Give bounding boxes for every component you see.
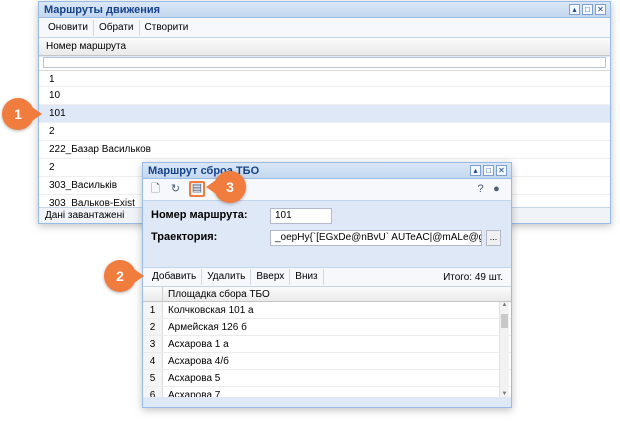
new-document-icon[interactable]: 🗋: [148, 182, 163, 197]
screen: Маршруты движения ▴ □ ✕ Оновити Обрати С…: [0, 0, 620, 421]
detail-window-titlebar[interactable]: Маршрут сброа ТБО ▴ □ ✕: [143, 163, 511, 179]
delete-button[interactable]: Удалить: [202, 269, 252, 285]
maximize-icon[interactable]: □: [582, 4, 593, 15]
callout-badge-2: 2: [104, 260, 144, 292]
close-icon[interactable]: ✕: [496, 165, 507, 176]
site-name: Асхарова 1 а: [168, 339, 229, 350]
row-number: 5: [143, 370, 163, 386]
routes-window-title: Маршруты движения: [44, 4, 161, 16]
chat-icon[interactable]: ●: [489, 182, 504, 197]
create-button[interactable]: Створити: [140, 20, 194, 36]
maximize-icon[interactable]: □: [483, 165, 494, 176]
table-row[interactable]: 2 Армейская 126 б: [143, 319, 511, 336]
save-icon[interactable]: ▤: [189, 181, 205, 197]
row-number-column-header: [143, 287, 163, 301]
table-row[interactable]: 3 Асхарова 1 а: [143, 336, 511, 353]
trajectory-browse-button[interactable]: ...: [486, 230, 501, 246]
trajectory-label: Траектория:: [151, 231, 218, 243]
table-row[interactable]: 4 Асхарова 4/б: [143, 353, 511, 370]
route-detail-window: Маршрут сброа ТБО ▴ □ ✕ 🗋 ↻ ▤ ? ● Номер …: [142, 162, 512, 408]
routes-toolbar: Оновити Обрати Створити: [39, 18, 610, 38]
table-row[interactable]: 6 Асхарова 7: [143, 387, 511, 397]
vertical-scrollbar[interactable]: ▲ ▼: [499, 302, 509, 397]
site-name: Асхарова 5: [168, 373, 221, 384]
row-number: 6: [143, 387, 163, 397]
table-row[interactable]: 10: [39, 87, 610, 105]
refresh-button[interactable]: Оновити: [43, 19, 94, 36]
move-down-button[interactable]: Вниз: [290, 269, 324, 285]
select-button[interactable]: Обрати: [94, 19, 140, 36]
row-number: 1: [143, 302, 163, 318]
filter-input[interactable]: [43, 57, 606, 68]
minimize-icon[interactable]: ▴: [569, 4, 580, 15]
table-row[interactable]: 5 Асхарова 5: [143, 370, 511, 387]
site-name: Асхарова 7: [168, 390, 221, 397]
refresh-icon[interactable]: ↻: [168, 182, 183, 197]
column-header-route-number[interactable]: Номер маршрута: [39, 38, 610, 56]
route-form: Номер маршрута: 101 Траектория: _oepHy{`…: [143, 201, 511, 267]
points-grid-header: Площадка сбора ТБО: [143, 287, 511, 302]
row-number: 2: [143, 319, 163, 335]
trajectory-field[interactable]: _oepHy{`[EGxDe@nBvU` AUTeAC|@mALe@gFq...: [270, 230, 482, 246]
detail-window-title: Маршрут сброа ТБО: [148, 165, 260, 177]
routes-window-titlebar[interactable]: Маршруты движения ▴ □ ✕: [39, 2, 610, 18]
site-name: Армейская 126 б: [168, 322, 247, 333]
filter-row: [39, 57, 610, 71]
scroll-up-icon[interactable]: ▲: [500, 302, 509, 308]
scroll-down-icon[interactable]: ▼: [500, 391, 509, 397]
minimize-icon[interactable]: ▴: [470, 165, 481, 176]
callout-badge-3: 3: [206, 171, 246, 203]
route-number-field[interactable]: 101: [270, 208, 332, 224]
site-name: Асхарова 4/б: [168, 356, 229, 367]
detail-toolbar: 🗋 ↻ ▤ ? ●: [143, 179, 511, 201]
help-icon[interactable]: ?: [473, 182, 488, 197]
column-header-site[interactable]: Площадка сбора ТБО: [163, 287, 270, 301]
site-name: Колчковская 101 а: [168, 305, 254, 316]
add-button[interactable]: Добавить: [147, 269, 203, 285]
total-count: Итого: 49 шт.: [443, 272, 503, 283]
move-up-button[interactable]: Вверх: [251, 269, 291, 285]
route-number-label: Номер маршрута:: [151, 209, 248, 221]
points-toolbar: Добавить Удалить Вверх Вниз Итого: 49 шт…: [143, 267, 511, 287]
table-row[interactable]: 1: [39, 71, 610, 87]
points-grid: 1 Колчковская 101 а 2 Армейская 126 б 3 Асх…: [143, 302, 511, 397]
close-icon[interactable]: ✕: [595, 4, 606, 15]
table-row[interactable]: 2: [39, 123, 610, 141]
table-row-selected[interactable]: 101: [39, 105, 610, 123]
table-row[interactable]: 222_Базар Васильков: [39, 141, 610, 159]
callout-badge-1: 1: [2, 98, 42, 130]
row-number: 3: [143, 336, 163, 352]
row-number: 4: [143, 353, 163, 369]
table-row[interactable]: 1 Колчковская 101 а: [143, 302, 511, 319]
scroll-thumb[interactable]: [501, 314, 508, 328]
